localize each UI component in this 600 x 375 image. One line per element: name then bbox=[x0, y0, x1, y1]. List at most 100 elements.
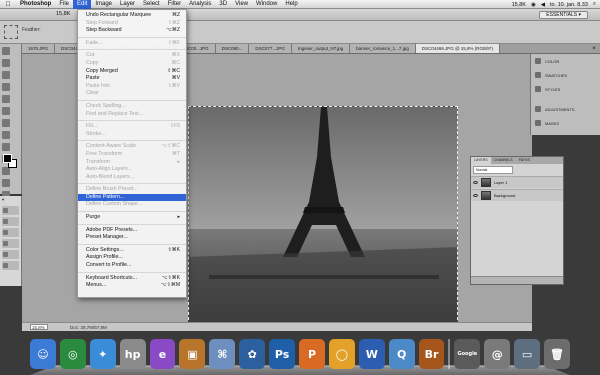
side-item[interactable] bbox=[2, 250, 19, 259]
menu-item-purge[interactable]: Purge ▸ bbox=[78, 214, 186, 222]
menu-item-convert-to-profile[interactable]: Convert to Profile... bbox=[78, 262, 186, 270]
panel-masks[interactable]: MASKS bbox=[531, 116, 600, 130]
menu-item-define-custom-shape[interactable]: Define Custom Shape... bbox=[78, 201, 186, 209]
document-image[interactable] bbox=[188, 106, 458, 330]
menu-item-clear[interactable]: Clear bbox=[78, 90, 186, 98]
doc-size[interactable]: Doc: 28,7M/57,9M bbox=[70, 323, 107, 332]
menu-item-auto-blend-layers[interactable]: Auto-Blend Layers... bbox=[78, 174, 186, 182]
menu-item-auto-align-layers[interactable]: Auto-Align Layers... bbox=[78, 166, 186, 174]
tool-icon[interactable] bbox=[2, 107, 10, 115]
finder-icon[interactable]: ☺ bbox=[30, 339, 56, 369]
tool-icon[interactable] bbox=[2, 71, 10, 79]
menu-edit[interactable]: Edit bbox=[73, 0, 92, 9]
tab-channels[interactable]: CHANNELS bbox=[491, 157, 516, 164]
menu-3d[interactable]: 3D bbox=[215, 0, 231, 9]
side-item[interactable] bbox=[2, 206, 19, 215]
menu-layer[interactable]: Layer bbox=[116, 0, 139, 9]
menu-item-color-settings[interactable]: Color Settings... ⇧⌘K bbox=[78, 247, 186, 255]
menu-item-paste[interactable]: Paste ⌘V bbox=[78, 75, 186, 83]
visibility-eye-icon[interactable] bbox=[473, 181, 478, 184]
menu-item-stroke[interactable]: Stroke... bbox=[78, 131, 186, 139]
messenger-icon[interactable]: e bbox=[149, 339, 176, 369]
document-tab[interactable]: Ingeser_output_NT.jpg bbox=[291, 44, 351, 53]
menu-window[interactable]: Window bbox=[252, 0, 281, 9]
menu-item-undo-rectangular-marquee[interactable]: Undo Rectangular Marquee ⌘Z bbox=[78, 12, 186, 20]
side-item[interactable] bbox=[2, 228, 19, 237]
google-icon[interactable]: Google bbox=[454, 339, 481, 369]
menu-item-content-aware-scale[interactable]: Content-Aware Scale ⌥⇧⌘C bbox=[78, 143, 186, 151]
safari-icon[interactable]: ✦ bbox=[89, 339, 116, 369]
apple-menu-icon[interactable]:  bbox=[0, 1, 16, 8]
volume-icon[interactable]: ◀ bbox=[541, 2, 545, 8]
trash-icon[interactable]: 🗑 bbox=[544, 339, 570, 369]
photoshop-icon[interactable]: Ps bbox=[269, 339, 296, 369]
menu-image[interactable]: Image bbox=[91, 0, 116, 9]
powerpoint-icon[interactable]: P bbox=[299, 339, 325, 369]
close-icon[interactable]: × bbox=[588, 44, 600, 53]
zoom-field[interactable]: 15,8% bbox=[30, 324, 48, 330]
side-item[interactable] bbox=[2, 217, 19, 226]
blend-mode-select[interactable]: Normal bbox=[473, 166, 513, 174]
menu-item-keyboard-shortcuts[interactable]: Keyboard Shortcuts... ⌥⇧⌘K bbox=[78, 275, 186, 283]
imageviewer-icon[interactable]: ✿ bbox=[239, 339, 266, 369]
office-icon[interactable]: ◯ bbox=[328, 339, 355, 369]
menu-item-adobe-pdf-presets[interactable]: Adobe PDF Presets... bbox=[78, 227, 186, 235]
menu-item-find-and-replace-text[interactable]: Find and Replace Text... bbox=[78, 111, 186, 119]
word-icon[interactable]: W bbox=[358, 339, 385, 369]
menu-view[interactable]: View bbox=[231, 0, 252, 9]
tool-icon[interactable] bbox=[2, 119, 10, 127]
menu-item-fade[interactable]: Fade... ⇧⌘F bbox=[78, 40, 186, 48]
menu-item-preset-manager[interactable]: Preset Manager... bbox=[78, 234, 186, 242]
panel-adjustments[interactable]: ADJUSTMENTS bbox=[531, 102, 600, 116]
visibility-eye-icon[interactable] bbox=[473, 194, 478, 197]
tool-icon[interactable] bbox=[2, 143, 10, 151]
layer-row[interactable]: Background bbox=[471, 189, 563, 201]
tool-icon[interactable] bbox=[2, 95, 10, 103]
tab-paths[interactable]: PATHS bbox=[516, 157, 533, 164]
tool-icon[interactable] bbox=[2, 47, 10, 55]
menu-item-transform[interactable]: Transform ▸ bbox=[78, 159, 186, 167]
panel-swatches[interactable]: SWATCHES bbox=[531, 68, 600, 82]
wifi-icon[interactable]: ◉ bbox=[531, 2, 536, 8]
tool-icon[interactable] bbox=[2, 59, 10, 67]
menu-item-fill[interactable]: Fill... ⇧F5 bbox=[78, 123, 186, 131]
photo-icon[interactable]: ▣ bbox=[179, 339, 206, 369]
quicktime-icon[interactable]: Q bbox=[388, 339, 415, 369]
layer-row[interactable]: Layer 1 bbox=[471, 176, 563, 188]
menu-item-copy[interactable]: Copy ⌘C bbox=[78, 60, 186, 68]
spotlight-icon[interactable]: ⌕ bbox=[593, 1, 596, 8]
hp-icon[interactable]: hp bbox=[119, 339, 146, 369]
preview-icon[interactable]: ⌘ bbox=[209, 339, 236, 369]
menu-item-copy-merged[interactable]: Copy Merged ⇧⌘C bbox=[78, 68, 186, 76]
marquee-tool-icon[interactable] bbox=[4, 25, 18, 39]
screen-icon[interactable]: ▭ bbox=[514, 339, 541, 369]
menu-item-free-transform[interactable]: Free Transform ⌘T bbox=[78, 151, 186, 159]
document-tab[interactable]: 1670.JPG bbox=[22, 44, 56, 53]
bridge-icon[interactable]: Br bbox=[418, 339, 445, 369]
tab-layers[interactable]: LAYERS bbox=[471, 157, 491, 164]
menu-item-check-spelling[interactable]: Check Spelling... bbox=[78, 103, 186, 111]
tool-icon[interactable] bbox=[2, 83, 10, 91]
menu-item-cut[interactable]: Cut ⌘X bbox=[78, 52, 186, 60]
menu-item-assign-profile[interactable]: Assign Profile... bbox=[78, 254, 186, 262]
menu-item-menus[interactable]: Menus... ⌥⇧⌘M bbox=[78, 282, 186, 290]
menu-analysis[interactable]: Analysis bbox=[185, 0, 215, 9]
document-tab[interactable]: DSC077...JPG bbox=[249, 44, 292, 53]
menu-item-step-forward[interactable]: Step Forward ⇧⌘Z bbox=[78, 20, 186, 28]
menu-filter[interactable]: Filter bbox=[164, 0, 185, 9]
panel-color[interactable]: COLOR bbox=[531, 54, 600, 68]
menu-item-define-brush-preset[interactable]: Define Brush Preset... bbox=[78, 186, 186, 194]
foreground-color-swatch[interactable] bbox=[3, 154, 12, 163]
tool-icon[interactable] bbox=[2, 131, 10, 139]
mail-icon[interactable]: @ bbox=[484, 339, 511, 369]
clock[interactable]: to. 10. jan. 8.33 bbox=[550, 2, 588, 8]
menu-help[interactable]: Help bbox=[281, 0, 301, 9]
side-item[interactable] bbox=[2, 261, 19, 270]
document-tab[interactable]: DSC090... bbox=[215, 44, 250, 53]
menu-file[interactable]: File bbox=[55, 0, 73, 9]
document-tab[interactable]: banner_romance_1...7.jpg bbox=[350, 44, 416, 53]
menu-photoshop[interactable]: Photoshop bbox=[16, 0, 55, 9]
menu-select[interactable]: Select bbox=[139, 0, 164, 9]
menu-item-step-backward[interactable]: Step Backward ⌥⌘Z bbox=[78, 27, 186, 35]
network-icon[interactable]: ◎ bbox=[59, 339, 86, 369]
